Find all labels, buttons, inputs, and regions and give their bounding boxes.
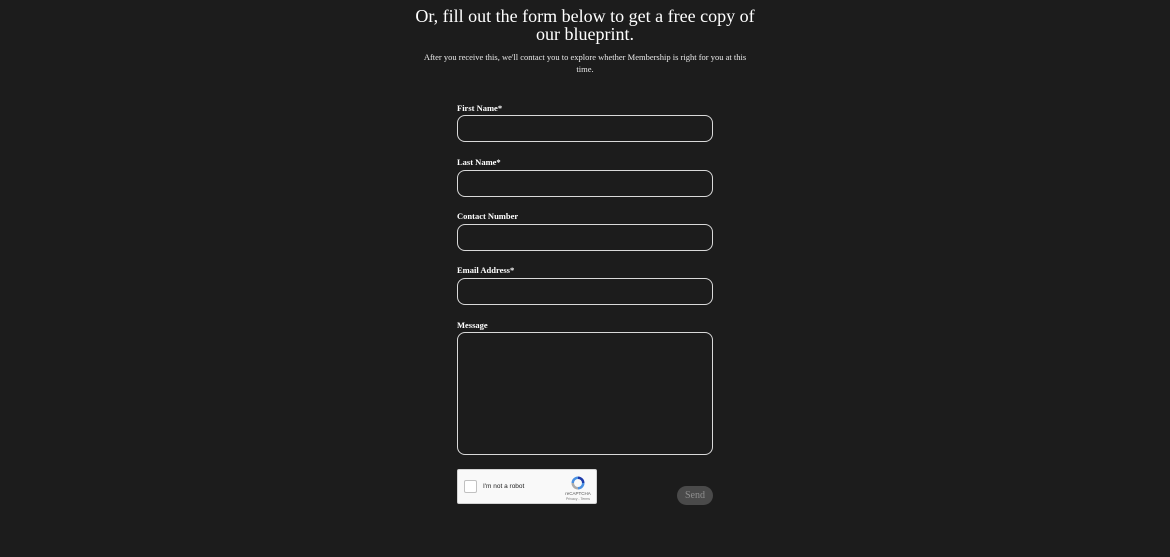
email-address-input[interactable] [457,278,713,305]
last-name-label: Last Name* [457,157,501,167]
message-textarea[interactable] [457,332,713,455]
recaptcha-terms-link[interactable]: Privacy - Terms [562,497,594,501]
send-button[interactable]: Send [677,486,713,505]
page: Or, fill out the form below to get a fre… [0,0,1170,557]
page-title: Or, fill out the form below to get a fre… [415,6,755,44]
first-name-label: First Name* [457,103,503,113]
recaptcha-logo-icon [571,476,585,490]
first-name-input[interactable] [457,115,713,142]
recaptcha-brand: reCAPTCHA [565,491,591,496]
last-name-input[interactable] [457,170,713,197]
recaptcha-widget: I'm not a robot reCAPTCHA Privacy - Term… [457,469,597,504]
email-address-label: Email Address* [457,265,515,275]
page-subtitle: After you receive this, we'll contact yo… [423,52,747,74]
recaptcha-checkbox[interactable] [464,480,477,493]
contact-number-input[interactable] [457,224,713,251]
contact-number-label: Contact Number [457,211,519,221]
recaptcha-label: I'm not a robot [483,483,525,490]
message-label: Message [457,320,488,330]
